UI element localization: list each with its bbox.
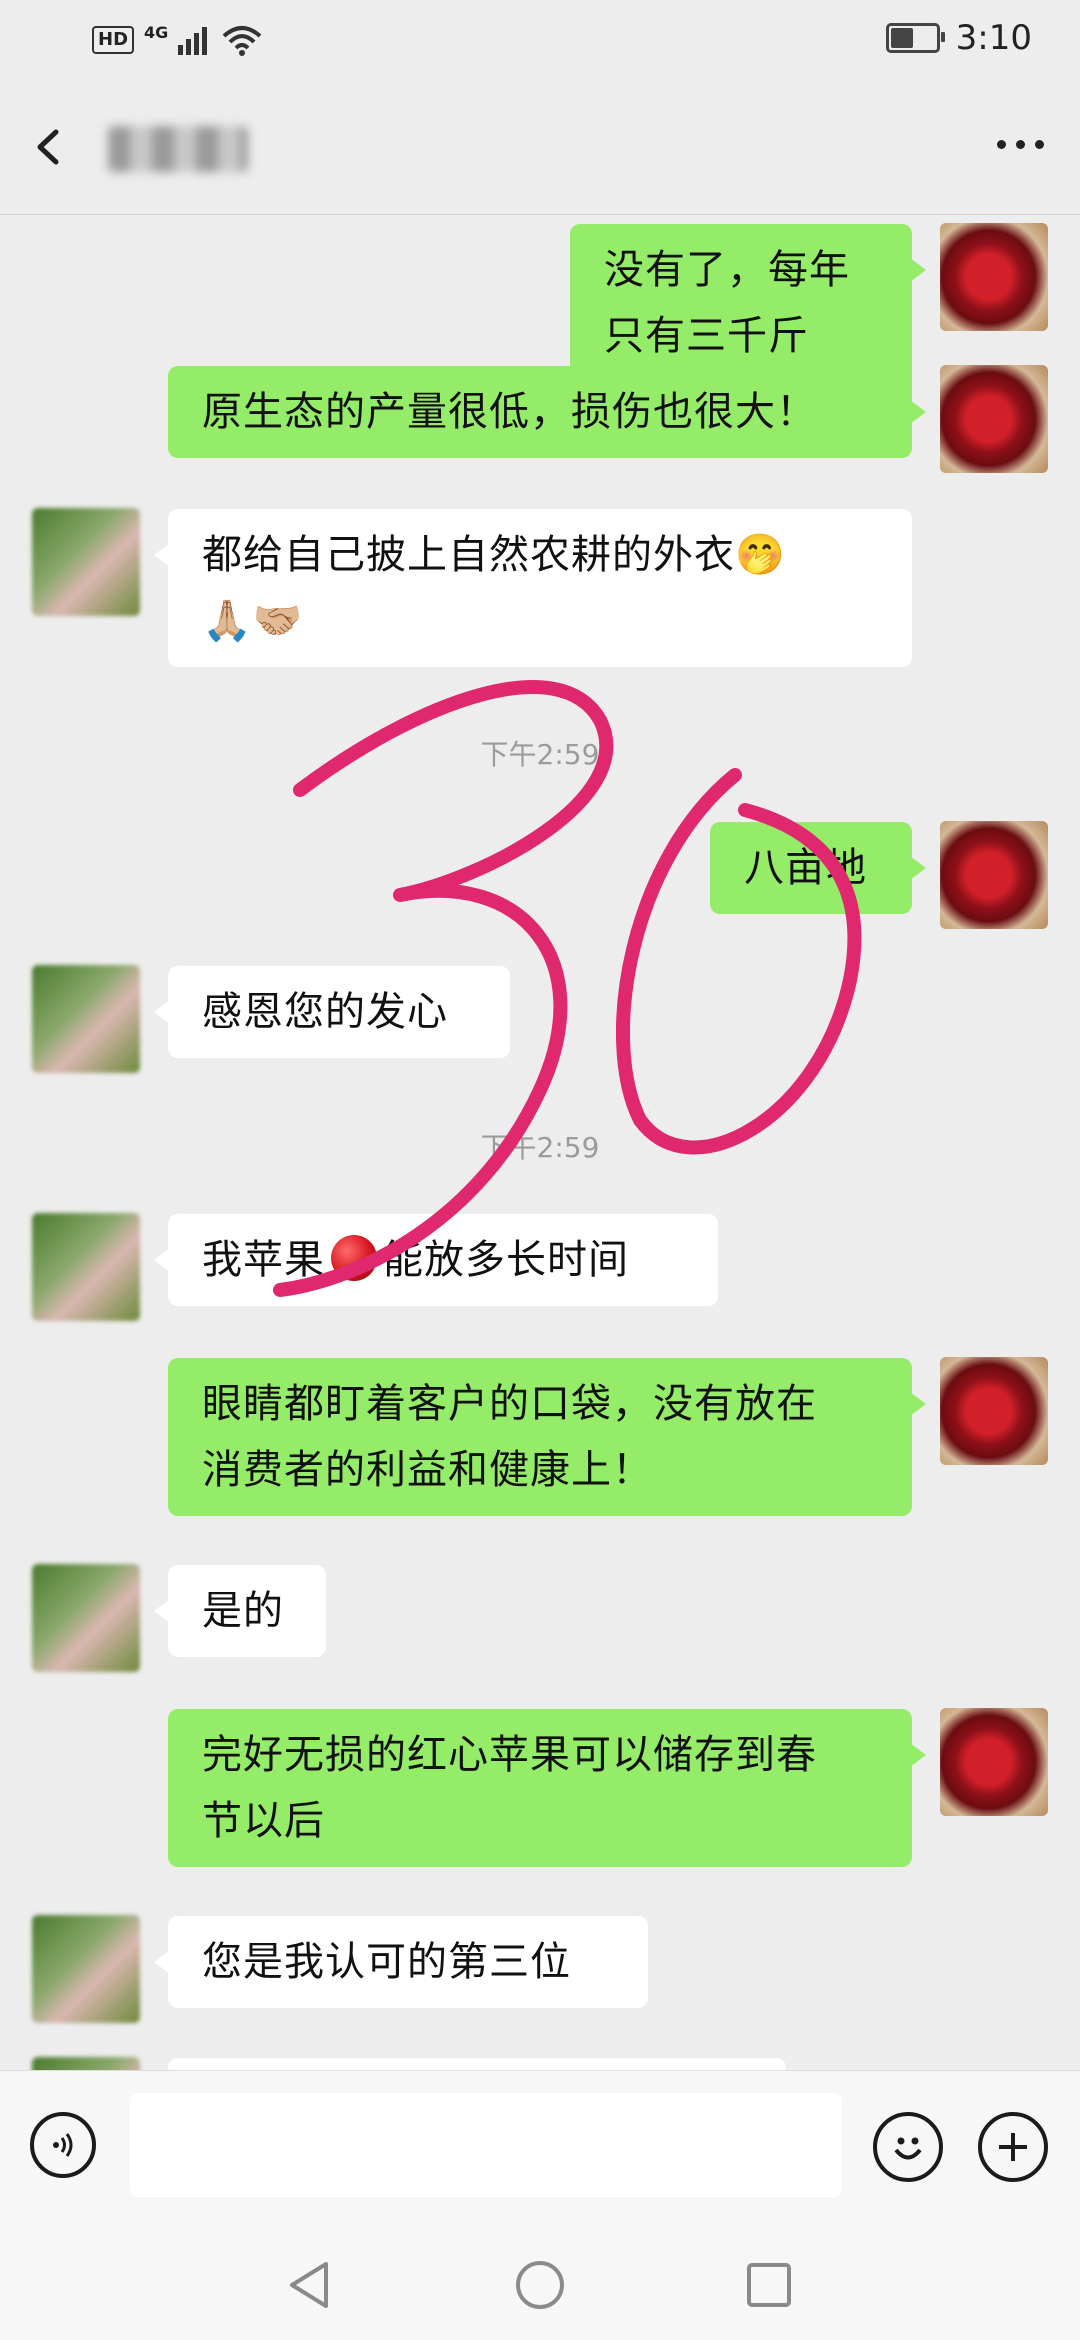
chat-title-bar — [0, 84, 1080, 215]
message-bubble-self[interactable]: 完好无损的红心苹果可以储存到春 节以后 — [168, 1709, 926, 1867]
voice-icon[interactable] — [30, 2112, 96, 2178]
chat-message-list[interactable]: 没有了，每年只有三千斤 原生态的产量很低，损伤也很大！ 都给自己披上自然农耕的外… — [0, 215, 1080, 2070]
message-text: 原生态的产量很低，损伤也很大！ — [202, 389, 817, 435]
contact-avatar[interactable] — [32, 508, 140, 616]
contact-avatar[interactable] — [32, 2057, 140, 2070]
message-text: 没有了，每年只有三千斤 — [604, 247, 850, 359]
status-bar: HD 4G 3:10 — [0, 0, 1080, 84]
timestamp: 下午2:59 — [480, 1131, 600, 1164]
signal-icon — [178, 27, 208, 55]
message-bubble-other[interactable]: 您是我认可的第三位 — [154, 1916, 648, 2008]
battery-icon — [885, 23, 945, 53]
message-bubble-other[interactable]: 感恩您的发心 — [154, 966, 510, 1058]
message-text: 节以后 — [202, 1798, 325, 1844]
plus-icon[interactable] — [978, 2112, 1048, 2182]
hd-badge: HD — [92, 26, 135, 54]
contact-avatar[interactable] — [32, 1213, 140, 1321]
message-text: 都给自己披上自然农耕的外衣🤭 — [202, 532, 786, 578]
self-avatar[interactable] — [940, 223, 1048, 331]
system-nav-bar — [0, 2230, 1080, 2340]
contact-name-blurred — [108, 126, 248, 172]
message-input[interactable] — [130, 2093, 842, 2197]
circle-home-icon[interactable] — [513, 2258, 567, 2312]
status-right: 3:10 — [885, 18, 1032, 58]
triangle-back-icon[interactable] — [282, 2258, 336, 2312]
contact-avatar[interactable] — [32, 965, 140, 1073]
message-bubble-self[interactable]: 眼睛都盯着客户的口袋，没有放在 消费者的利益和健康上！ — [168, 1358, 926, 1516]
smiley-icon[interactable] — [873, 2112, 943, 2182]
red-apple-emoji — [331, 1235, 377, 1281]
message-text: 完好无损的红心苹果可以储存到春 — [202, 1732, 817, 1778]
message-bubble-self[interactable]: 没有了，每年只有三千斤 — [570, 224, 926, 382]
message-text: 我苹果 — [202, 1237, 325, 1283]
network-type: 4G — [144, 22, 169, 42]
self-avatar[interactable] — [940, 1357, 1048, 1465]
message-text: 感恩您的发心 — [202, 989, 448, 1035]
status-left: HD 4G — [92, 22, 262, 56]
message-input-bar — [0, 2070, 1080, 2231]
self-avatar[interactable] — [940, 365, 1048, 473]
message-text: 能放多长时间 — [383, 1237, 629, 1283]
message-bubble-self[interactable]: 八亩地 — [710, 822, 926, 914]
message-bubble-other[interactable]: 我苹果 能放多长时间 — [154, 1214, 718, 1306]
back-arrow-icon[interactable] — [32, 120, 72, 174]
message-text: 您是我认可的第三位 — [202, 1939, 571, 1985]
contact-avatar[interactable] — [32, 1564, 140, 1672]
wifi-icon — [222, 26, 262, 56]
clock: 3:10 — [955, 18, 1032, 58]
message-bubble-other[interactable] — [168, 2058, 786, 2070]
message-bubble-self[interactable]: 原生态的产量很低，损伤也很大！ — [168, 366, 926, 458]
self-avatar[interactable] — [940, 821, 1048, 929]
square-recents-icon[interactable] — [742, 2258, 796, 2312]
message-text: 是的 — [202, 1588, 284, 1634]
message-text: 眼睛都盯着客户的口袋，没有放在 — [202, 1381, 817, 1427]
battery-fill — [890, 28, 913, 48]
message-text: 消费者的利益和健康上！ — [202, 1447, 653, 1493]
contact-avatar[interactable] — [32, 1915, 140, 2023]
message-emoji-line: 🙏🏼🤝🏼 — [202, 598, 304, 644]
timestamp: 下午2:59 — [480, 738, 600, 771]
self-avatar[interactable] — [940, 1708, 1048, 1816]
more-dots-icon[interactable] — [997, 140, 1044, 149]
message-bubble-other[interactable]: 是的 — [154, 1565, 326, 1657]
message-text: 八亩地 — [744, 845, 867, 891]
message-bubble-other[interactable]: 都给自己披上自然农耕的外衣🤭 🙏🏼🤝🏼 — [154, 509, 912, 667]
